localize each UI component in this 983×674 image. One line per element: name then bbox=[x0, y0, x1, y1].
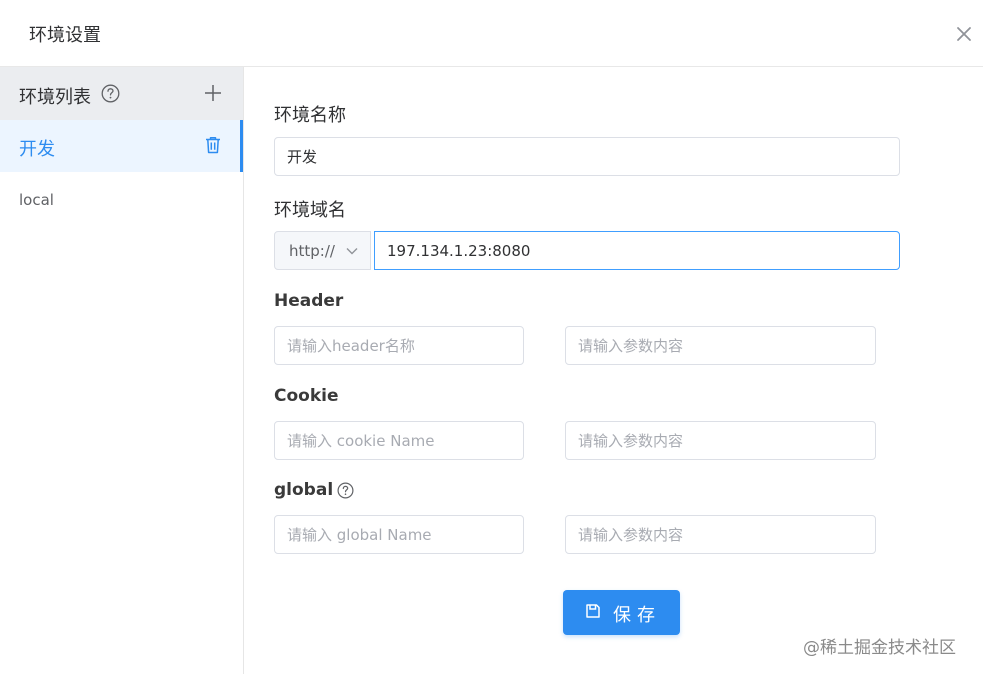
sidebar-header-label: 环境列表 bbox=[19, 87, 91, 108]
dialog-header: 环境设置 bbox=[0, 0, 983, 67]
close-icon[interactable] bbox=[950, 20, 978, 48]
help-icon[interactable] bbox=[101, 84, 120, 103]
cookie-name-input[interactable] bbox=[274, 421, 524, 460]
sidebar: 环境列表 开发 local bbox=[0, 67, 244, 674]
sidebar-item-dev[interactable]: 开发 bbox=[0, 120, 243, 172]
env-name-input[interactable] bbox=[274, 137, 900, 176]
header-label: Header bbox=[274, 291, 344, 311]
env-domain-input[interactable] bbox=[374, 231, 900, 270]
watermark: @稀土掘金技术社区 bbox=[803, 638, 956, 658]
env-domain-label: 环境域名 bbox=[274, 200, 346, 221]
dialog-title: 环境设置 bbox=[29, 25, 101, 46]
global-name-input[interactable] bbox=[274, 515, 524, 554]
header-name-input[interactable] bbox=[274, 326, 524, 365]
sidebar-item-label: local bbox=[19, 191, 54, 209]
save-button-label: 保存 bbox=[613, 605, 661, 626]
protocol-value: http:// bbox=[289, 242, 335, 260]
global-label: global bbox=[274, 480, 334, 500]
sidebar-item-local[interactable]: local bbox=[0, 174, 243, 226]
save-icon bbox=[586, 604, 600, 618]
global-value-input[interactable] bbox=[565, 515, 876, 554]
chevron-down-icon bbox=[346, 248, 358, 255]
cookie-label: Cookie bbox=[274, 386, 339, 406]
sidebar-item-label: 开发 bbox=[19, 139, 55, 160]
save-button[interactable]: 保存 bbox=[563, 590, 680, 635]
protocol-select[interactable]: http:// bbox=[274, 231, 371, 270]
sidebar-header: 环境列表 bbox=[0, 67, 243, 120]
cookie-value-input[interactable] bbox=[565, 421, 876, 460]
trash-icon[interactable] bbox=[203, 135, 223, 155]
help-icon[interactable] bbox=[337, 482, 354, 499]
add-env-icon[interactable] bbox=[203, 83, 223, 103]
env-name-label: 环境名称 bbox=[274, 105, 346, 126]
header-value-input[interactable] bbox=[565, 326, 876, 365]
